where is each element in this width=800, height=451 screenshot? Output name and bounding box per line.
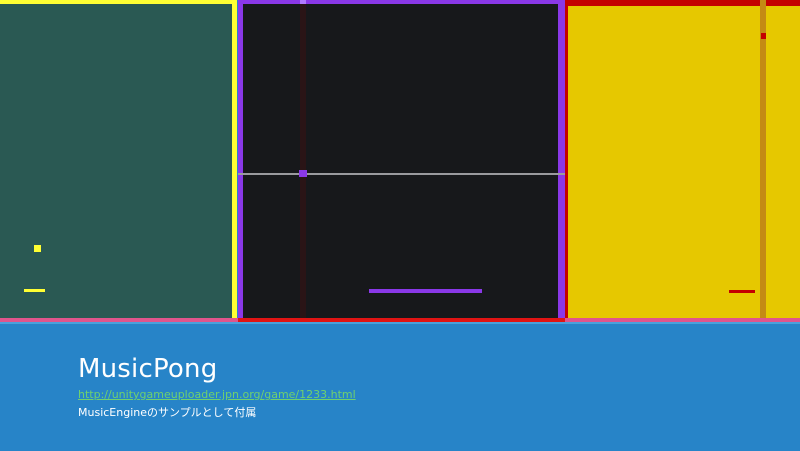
ball bbox=[761, 33, 766, 39]
ball bbox=[299, 170, 307, 177]
green-panel bbox=[0, 0, 237, 322]
track-marker bbox=[300, 0, 306, 4]
paddle bbox=[369, 289, 482, 293]
dark-panel bbox=[238, 0, 565, 324]
game-description: MusicEngineのサンプルとして付属 bbox=[78, 406, 257, 419]
paddle bbox=[24, 289, 45, 292]
slide: MusicPong http://unitygameuploader.jpn.o… bbox=[0, 0, 800, 451]
ball bbox=[34, 245, 41, 252]
yellow-panel bbox=[565, 0, 800, 322]
game-title: MusicPong bbox=[78, 354, 218, 384]
divider bbox=[0, 322, 800, 324]
vertical-track bbox=[760, 0, 766, 322]
game-link[interactable]: http://unitygameuploader.jpn.org/game/12… bbox=[78, 388, 356, 402]
vertical-track bbox=[300, 0, 306, 324]
game-screenshot bbox=[0, 0, 800, 324]
paddle bbox=[729, 290, 755, 293]
caption: MusicPong http://unitygameuploader.jpn.o… bbox=[78, 354, 356, 420]
horizontal-track bbox=[238, 173, 565, 175]
